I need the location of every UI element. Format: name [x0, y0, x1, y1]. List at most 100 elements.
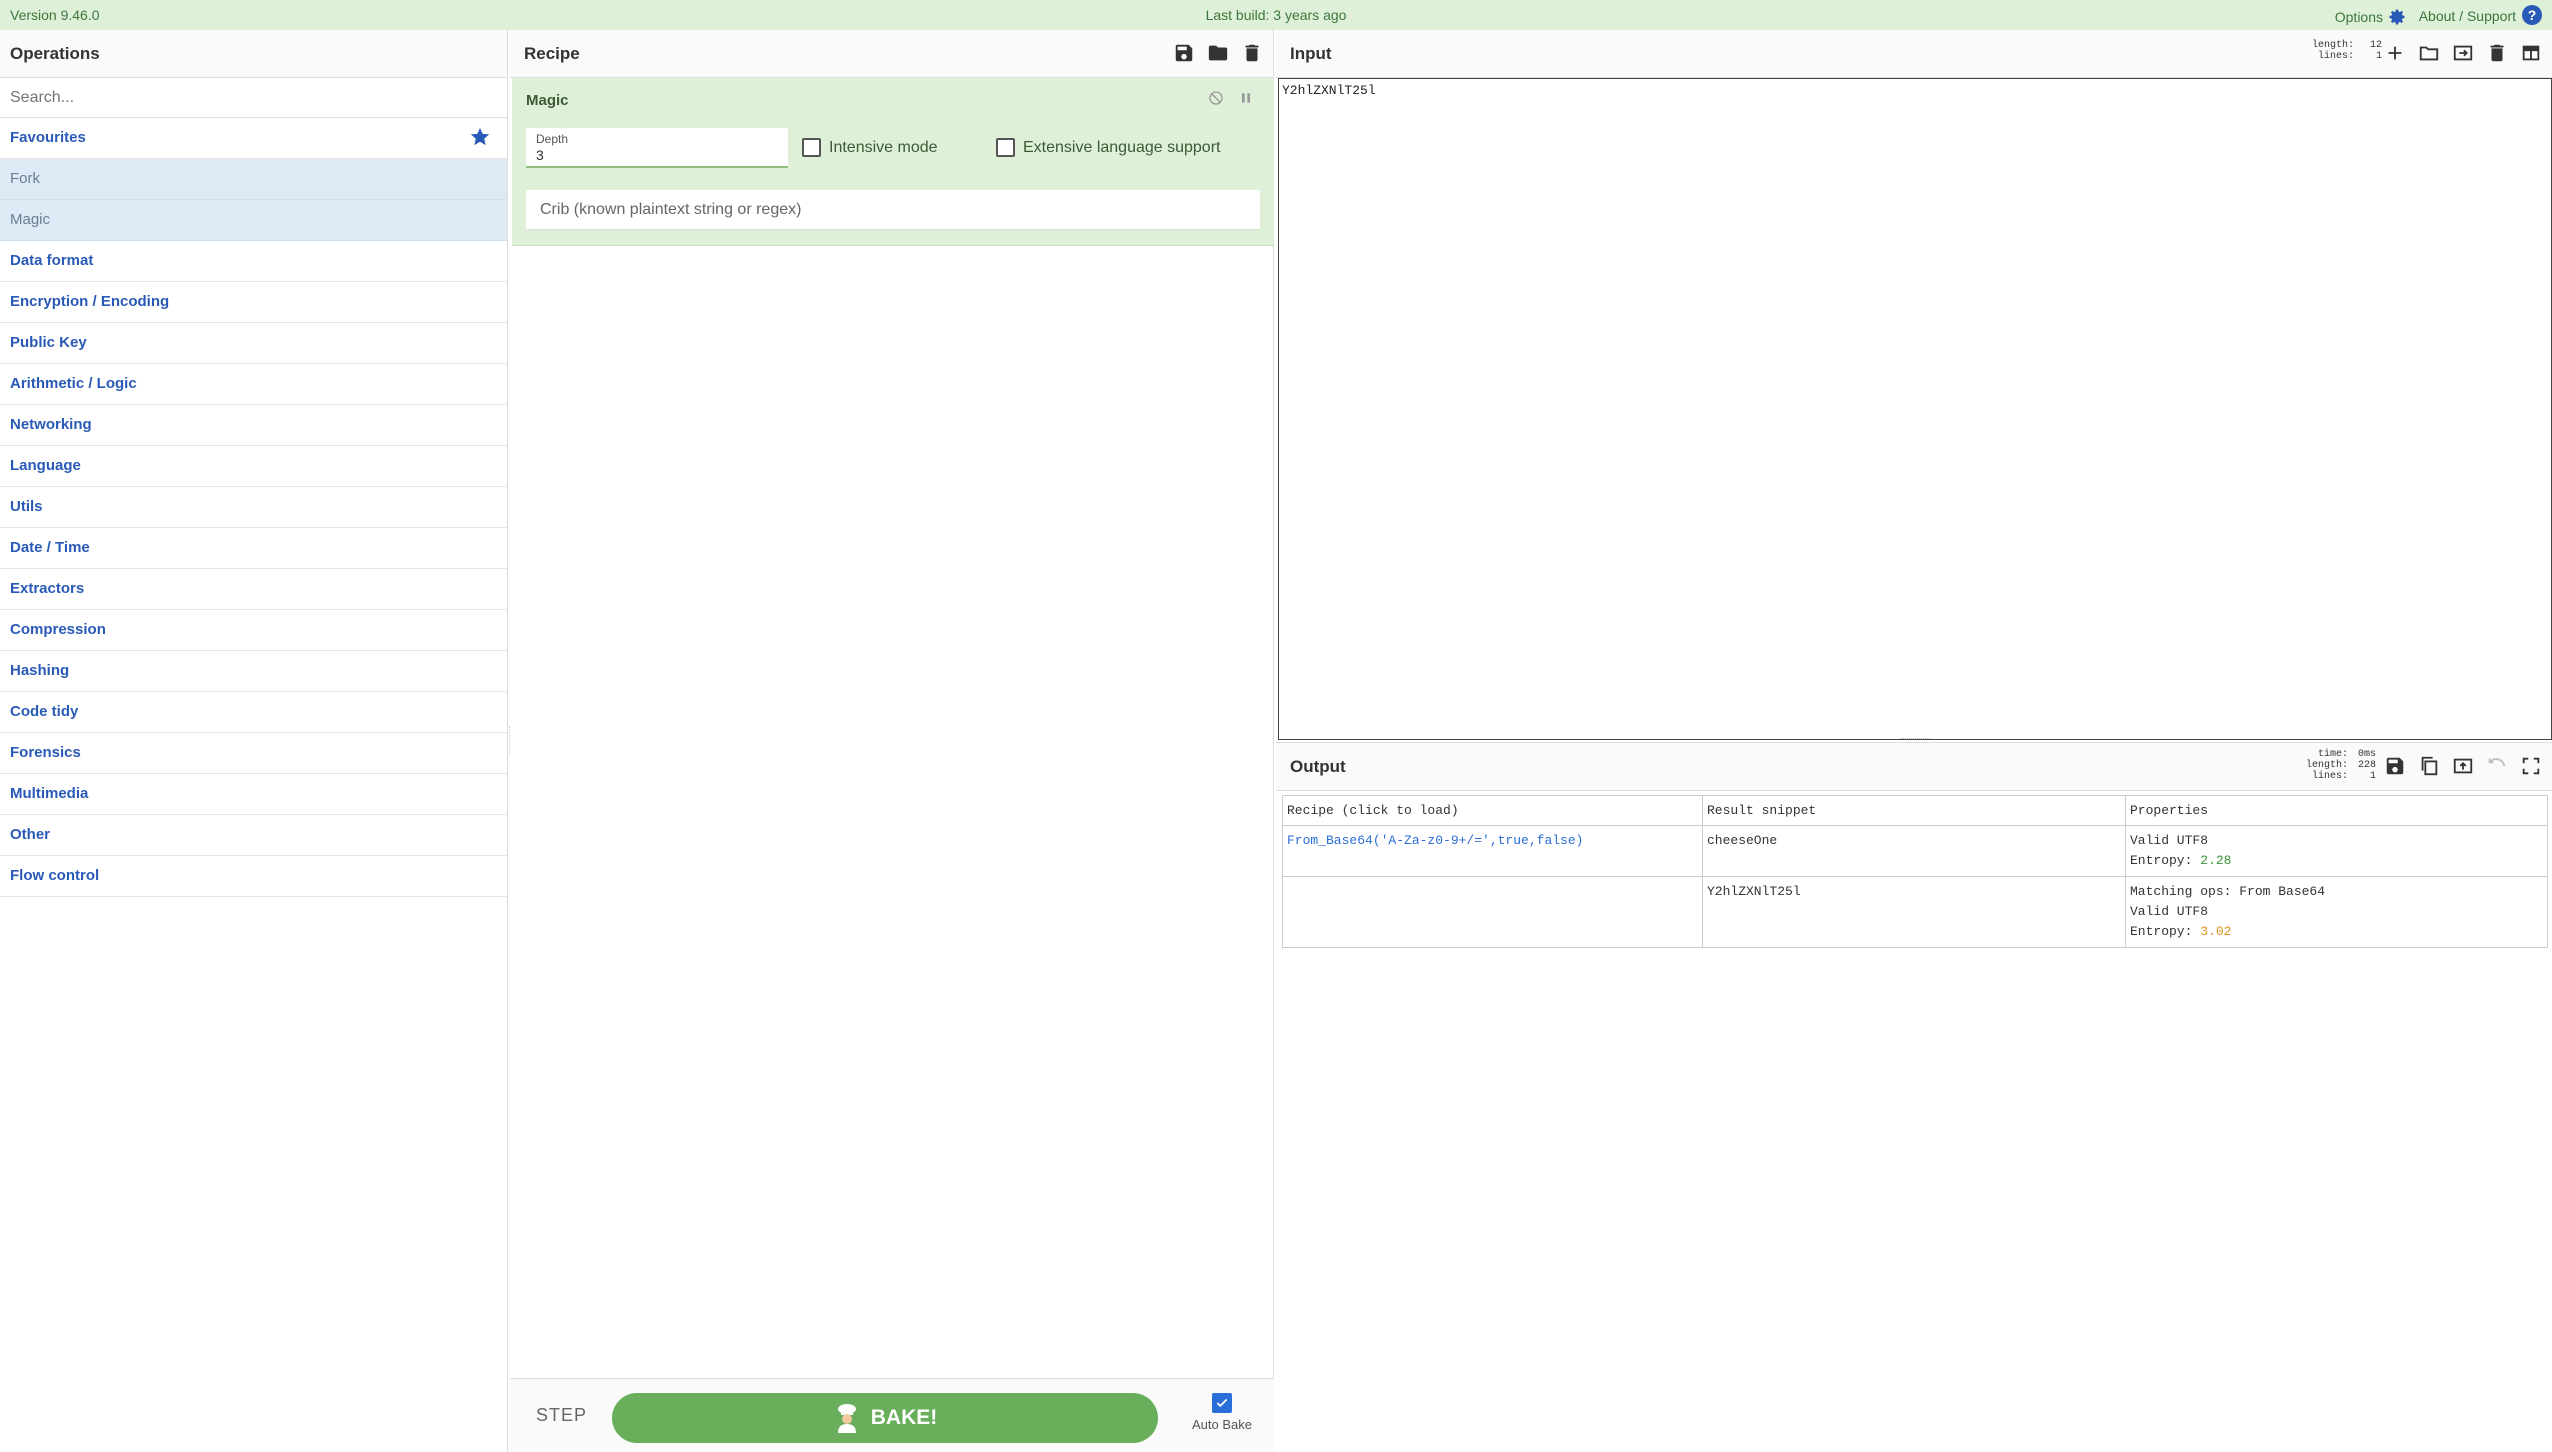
- lines-value: 1: [2375, 51, 2382, 62]
- io-resize-handle[interactable]: [1900, 738, 1930, 740]
- open-file-icon[interactable]: [2452, 42, 2474, 64]
- category-arithmetic-logic[interactable]: Arithmetic / Logic: [0, 364, 507, 405]
- reset-layout-icon[interactable]: [2520, 42, 2542, 64]
- favourites-label: Favourites: [10, 129, 86, 146]
- auto-bake-checkbox[interactable]: Auto Bake: [1192, 1393, 1252, 1432]
- undo-icon[interactable]: [2486, 755, 2508, 777]
- recipe-cell[interactable]: From_Base64('A-Za-z0-9+/=',true,false): [1282, 825, 1703, 877]
- depth-label: Depth: [536, 132, 569, 146]
- input-panel: Input length: 12 lines: 1 Y2hlZXNlT25l: [1276, 30, 2552, 742]
- table-header-row: Recipe (click to load) Result snippet Pr…: [1282, 795, 2548, 826]
- depth-value[interactable]: 3: [536, 147, 778, 163]
- entropy-value: 3.02: [2200, 924, 2232, 939]
- entropy-line: Entropy: 2.28: [2130, 851, 2543, 871]
- category-encryption-encoding[interactable]: Encryption / Encoding: [0, 282, 507, 323]
- category-public-key[interactable]: Public Key: [0, 323, 507, 364]
- chef-icon: [837, 1404, 856, 1433]
- recipe-cell[interactable]: [1282, 876, 1703, 948]
- add-icon[interactable]: [2384, 42, 2406, 64]
- operations-panel: Operations Favourites Fork Magic Data fo…: [0, 30, 508, 1452]
- intensive-mode-checkbox[interactable]: Intensive mode: [802, 138, 938, 157]
- operation-magic[interactable]: Magic: [0, 200, 507, 241]
- column-header-snippet: Result snippet: [1702, 795, 2126, 826]
- operation-fork[interactable]: Fork: [0, 159, 507, 200]
- category-hashing[interactable]: Hashing: [0, 651, 507, 692]
- category-multimedia[interactable]: Multimedia: [0, 774, 507, 815]
- maximise-icon[interactable]: [2520, 755, 2542, 777]
- recipe-link[interactable]: From_Base64('A-Za-z0-9+/=',true,false): [1287, 833, 1583, 848]
- about-label: About / Support: [2418, 8, 2516, 24]
- options-button[interactable]: Options: [2335, 7, 2407, 27]
- pause-icon[interactable]: [1238, 90, 1254, 106]
- trash-icon[interactable]: [1241, 42, 1263, 64]
- recipe-title: Recipe: [524, 44, 580, 63]
- checkbox-unchecked[interactable]: [996, 138, 1015, 157]
- category-other[interactable]: Other: [0, 815, 507, 856]
- category-forensics[interactable]: Forensics: [0, 733, 507, 774]
- open-folder-icon[interactable]: [2418, 42, 2440, 64]
- copy-icon[interactable]: [2418, 755, 2440, 777]
- length-value: 12: [2369, 40, 2382, 51]
- entropy-label: Entropy:: [2130, 924, 2193, 939]
- input-stats: length: 12 lines: 1: [2312, 40, 2382, 62]
- properties-cell: Matching ops: From Base64 Valid UTF8 Ent…: [2125, 876, 2548, 948]
- category-favourites[interactable]: Favourites: [0, 118, 507, 159]
- extensive-language-label: Extensive language support: [1023, 138, 1221, 156]
- magic-operation: Magic Depth 3 Intensive mode Extensive l…: [512, 78, 1274, 246]
- category-compression[interactable]: Compression: [0, 610, 507, 651]
- step-button[interactable]: STEP: [536, 1405, 587, 1426]
- bake-button[interactable]: BAKE!: [612, 1393, 1158, 1443]
- help-icon: ?: [2522, 5, 2542, 25]
- category-extractors[interactable]: Extractors: [0, 569, 507, 610]
- operation-name: Magic: [526, 92, 569, 109]
- save-icon[interactable]: [1173, 42, 1195, 64]
- table-row: Y2hlZXNlT25l Matching ops: From Base64 V…: [1282, 876, 2548, 948]
- clear-input-icon[interactable]: [2486, 42, 2508, 64]
- category-flow-control[interactable]: Flow control: [0, 856, 507, 897]
- recipe-header: Recipe: [510, 30, 1273, 78]
- table-row: From_Base64('A-Za-z0-9+/=',true,false) c…: [1282, 825, 2548, 877]
- checkbox-checked-icon[interactable]: [1212, 1393, 1232, 1413]
- save-output-icon[interactable]: [2384, 755, 2406, 777]
- column-header-recipe: Recipe (click to load): [1282, 795, 1703, 826]
- length-label: length:: [2305, 760, 2348, 771]
- star-icon[interactable]: [469, 126, 491, 148]
- category-code-tidy[interactable]: Code tidy: [0, 692, 507, 733]
- output-title: Output: [1290, 757, 1346, 776]
- options-label: Options: [2334, 9, 2383, 25]
- property-line: Valid UTF8: [2130, 904, 2209, 919]
- bake-bar: STEP BAKE! Auto Bake: [510, 1378, 1274, 1452]
- output-stats: time: 0ms length: 228 lines: 1: [2306, 749, 2376, 782]
- output-header: Output time: 0ms length: 228 lines: 1: [1276, 743, 2552, 791]
- disable-icon[interactable]: [1208, 90, 1224, 106]
- top-banner: Version 9.46.0 Last build: 3 years ago O…: [0, 0, 2552, 30]
- about-support-button[interactable]: About / Support ?: [2418, 5, 2542, 25]
- bake-label: BAKE!: [870, 1406, 938, 1429]
- magic-results-table: Recipe (click to load) Result snippet Pr…: [1282, 795, 2548, 948]
- entropy-label: Entropy:: [2130, 853, 2193, 868]
- operations-search-input[interactable]: [0, 78, 507, 118]
- entropy-value: 2.28: [2200, 853, 2232, 868]
- checkbox-unchecked[interactable]: [802, 138, 821, 157]
- folder-icon[interactable]: [1207, 42, 1229, 64]
- input-textarea[interactable]: Y2hlZXNlT25l: [1278, 78, 2552, 740]
- category-utils[interactable]: Utils: [0, 487, 507, 528]
- replace-input-icon[interactable]: [2452, 755, 2474, 777]
- lines-value: 1: [2369, 771, 2376, 782]
- recipe-panel: Recipe Magic Depth 3 Intensive mode Exte…: [510, 30, 1274, 1452]
- category-language[interactable]: Language: [0, 446, 507, 487]
- lines-label: lines:: [2317, 51, 2354, 62]
- depth-field[interactable]: Depth 3: [526, 128, 788, 168]
- intensive-mode-label: Intensive mode: [829, 138, 938, 156]
- category-data-format[interactable]: Data format: [0, 241, 507, 282]
- category-date-time[interactable]: Date / Time: [0, 528, 507, 569]
- category-networking[interactable]: Networking: [0, 405, 507, 446]
- input-title: Input: [1290, 44, 1332, 63]
- property-line: Matching ops: From Base64: [2130, 884, 2326, 899]
- operations-title: Operations: [0, 30, 507, 78]
- extensive-language-checkbox[interactable]: Extensive language support: [996, 138, 1220, 157]
- property-line: Valid UTF8: [2130, 833, 2209, 848]
- crib-input[interactable]: Crib (known plaintext string or regex): [526, 190, 1260, 230]
- entropy-line: Entropy: 3.02: [2130, 922, 2543, 942]
- properties-cell: Valid UTF8 Entropy: 2.28: [2125, 825, 2548, 877]
